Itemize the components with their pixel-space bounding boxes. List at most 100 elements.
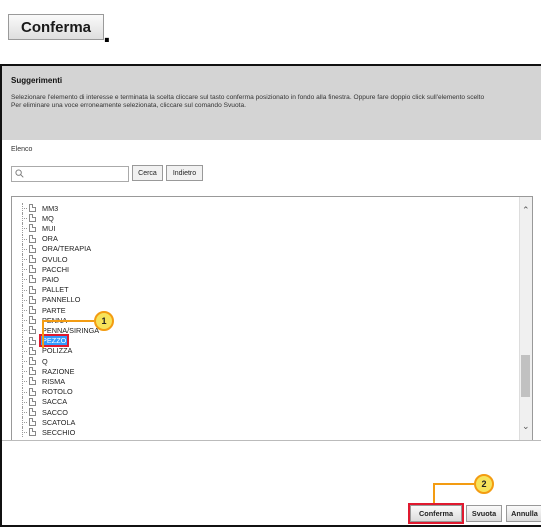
file-icon [29,397,36,406]
tree-item-label[interactable]: PENNA/SIRINGA [41,326,100,335]
tree-item-label[interactable]: OVULO [41,255,69,264]
tree-connector [18,274,28,285]
tree-item-label[interactable]: PAIO [41,275,60,284]
tree-item[interactable]: PANNELLO [18,294,81,305]
file-icon [29,367,36,376]
tree-connector [18,284,28,295]
tree-item[interactable]: SCATOLA [18,417,76,428]
tree-item-label[interactable]: PACCHI [41,265,70,274]
tree-item[interactable]: PALLET [18,284,70,295]
tree-scrollbar[interactable]: ⌃ ⌄ [519,197,532,440]
search-input[interactable] [11,166,129,182]
period-mark: . [103,17,111,48]
tree-connector [18,386,28,397]
tree-item-label[interactable]: SACCO [41,408,69,417]
tree-item-label[interactable]: RAZIONE [41,367,75,376]
tree-item[interactable]: SACCO [18,407,69,417]
item-tree[interactable]: SECCHIO SCATOLA SACCO SACCA ROTOLO RISMA RAZIO… [11,196,533,441]
tree-item-label[interactable]: PEZZO [38,334,70,348]
suggestions-panel: Suggerimenti Selezionare l'elemento di i… [2,66,541,140]
tree-item[interactable]: PENNA/SIRINGA [18,325,100,336]
tree-item[interactable]: MUI [18,223,56,234]
footer-divider [2,440,541,441]
cancel-button[interactable]: Annulla [506,505,541,522]
callout-2-badge: 2 [474,474,494,494]
suggestions-title: Suggerimenti [11,76,63,85]
tree-connector [18,264,28,275]
tree-connector [18,254,28,264]
tree-item-label[interactable]: ORA [41,234,59,243]
tree-item-label[interactable]: PARTE [41,306,67,315]
tree-connector [18,335,28,346]
file-icon [29,285,36,294]
tree-connector [18,223,28,234]
tree-item[interactable]: PARTE [18,305,67,315]
tree-item[interactable]: RAZIONE [18,366,75,377]
suggestions-line-2: Per eliminare una voce erroneamente sele… [11,102,246,109]
chevron-down-icon[interactable]: ⌄ [522,421,530,432]
file-icon [29,346,36,355]
file-icon [29,377,36,386]
tree-connector [18,305,28,315]
file-icon [29,428,36,437]
file-icon [29,255,36,263]
top-confirm-button[interactable]: Conferma [8,14,104,40]
tree-item[interactable]: ORA/TERAPIA [18,243,92,254]
tree-connector [18,407,28,417]
callout-2-connector-h [433,483,474,485]
tree-item[interactable]: RISMA [18,376,66,387]
chevron-up-icon[interactable]: ⌃ [522,205,530,216]
callout-2-connector-v [433,483,435,503]
file-icon [29,326,36,335]
tree-item[interactable]: MM3 [18,203,59,213]
list-label: Elenco [11,146,33,153]
tree-connector [18,376,28,387]
file-icon [29,224,36,233]
tree-item-label[interactable]: PALLET [41,285,70,294]
tree-item-label[interactable]: MUI [41,224,56,233]
tree-item[interactable]: Q [18,356,49,366]
tree-connector [18,233,28,244]
tree-item-label[interactable]: SCATOLA [41,418,76,427]
tree-item[interactable]: OVULO [18,254,69,264]
scrollbar-thumb[interactable] [521,355,530,397]
tree-connector [18,345,28,356]
tree-item-label[interactable]: SACCA [41,397,68,406]
tree-item-label[interactable]: POLIZZA [41,346,73,355]
file-icon [29,275,36,284]
clear-button[interactable]: Svuota [466,505,502,522]
callout-1-connector-v [42,320,44,348]
search-button[interactable]: Cerca [132,165,163,181]
tree-item[interactable]: MQ [18,213,55,224]
file-icon [29,418,36,427]
file-icon [29,387,36,396]
callout-1-connector-h [42,320,94,322]
tree-item[interactable]: PACCHI [18,264,70,275]
back-button[interactable]: Indietro [166,165,203,181]
confirm-button[interactable]: Conferma [408,503,464,524]
tree-item[interactable]: SACCA [18,396,68,407]
file-icon [29,244,36,253]
tree-item-label[interactable]: MQ [41,214,55,223]
tree-item-label[interactable]: ORA/TERAPIA [41,244,92,253]
tree-item[interactable]: ROTOLO [18,386,74,397]
suggestions-text: Selezionare l'elemento di interesse e te… [11,94,539,110]
tree-item-label[interactable]: SECCHIO [41,428,76,437]
tree-item-label[interactable]: PANNELLO [41,295,81,304]
tree-item[interactable]: ORA [18,233,59,244]
file-icon [29,316,36,325]
tree-connector [18,213,28,224]
tree-item[interactable]: PAIO [18,274,60,285]
tree-item-label[interactable]: Q [41,357,49,366]
tree-item-label[interactable]: MM3 [41,204,59,213]
file-icon [29,265,36,274]
tree-item-label[interactable]: RISMA [41,377,66,386]
callout-1-badge: 1 [94,311,114,331]
file-icon [29,204,36,212]
tree-item-label[interactable]: ROTOLO [41,387,74,396]
tree-connector [18,396,28,407]
tree-item[interactable]: POLIZZA [18,345,73,356]
search-icon [15,169,24,178]
selection-dialog: Suggerimenti Selezionare l'elemento di i… [0,64,541,527]
tree-item[interactable]: SECCHIO [18,427,76,438]
